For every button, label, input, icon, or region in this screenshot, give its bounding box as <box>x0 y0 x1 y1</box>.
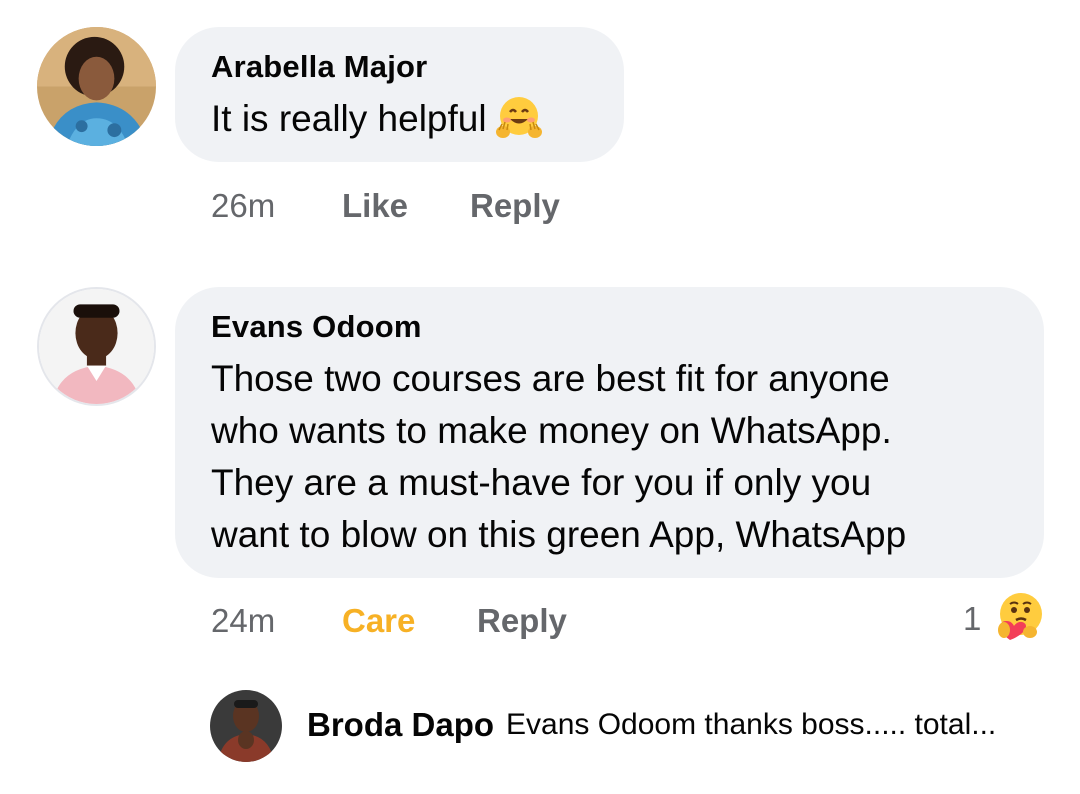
comment-text-line: They are a must-have for you if only you <box>211 462 872 503</box>
hugging-face-emoji-icon <box>495 94 543 142</box>
like-button[interactable]: Like <box>342 187 408 225</box>
reply-preview[interactable]: Broda Dapo Evans Odoom thanks boss..... … <box>210 690 1070 762</box>
comment-text: Those two courses are best fit for anyon… <box>211 353 906 561</box>
reply-text[interactable]: Evans Odoom thanks boss..... total... <box>506 708 996 742</box>
comment-actions-1: 26m Like Reply <box>211 187 611 227</box>
avatar-arabella-major[interactable] <box>37 27 156 146</box>
avatar-evans-odoom[interactable] <box>37 287 156 406</box>
comment-timestamp[interactable]: 24m <box>211 602 275 640</box>
care-emoji-icon[interactable] <box>992 590 1046 644</box>
reaction-count[interactable]: 1 <box>963 600 981 638</box>
comment-text-line: Those two courses are best fit for anyon… <box>211 358 890 399</box>
reply-author[interactable]: Broda Dapo <box>307 706 494 744</box>
care-button[interactable]: Care <box>342 602 415 640</box>
comment-text: It is really helpful <box>211 93 543 145</box>
avatar-broda-dapo[interactable] <box>210 690 282 762</box>
comment-author[interactable]: Evans Odoom <box>211 309 422 345</box>
comment-author[interactable]: Arabella Major <box>211 49 427 85</box>
comment-text-line: It is really helpful <box>211 98 487 139</box>
comment-actions-2: 24m Care Reply <box>211 602 631 642</box>
reply-button[interactable]: Reply <box>470 187 560 225</box>
comment-bubble-1[interactable]: Arabella Major It is really helpful <box>175 27 624 162</box>
reply-button[interactable]: Reply <box>477 602 567 640</box>
comment-text-line: who wants to make money on WhatsApp. <box>211 410 892 451</box>
comment-text-line: want to blow on this green App, WhatsApp <box>211 514 907 555</box>
comment-bubble-2[interactable]: Evans Odoom Those two courses are best f… <box>175 287 1044 578</box>
comment-timestamp[interactable]: 26m <box>211 187 275 225</box>
